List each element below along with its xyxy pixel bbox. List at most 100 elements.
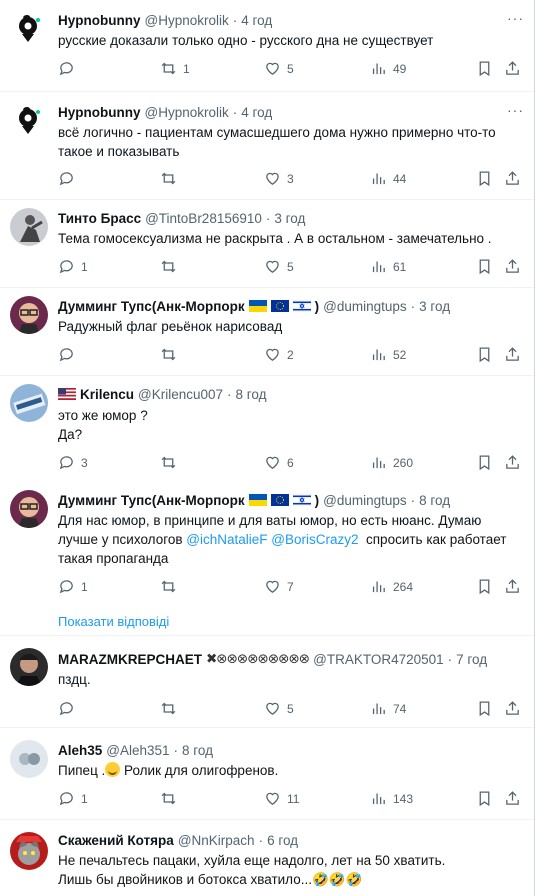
retweet-button[interactable]: 1 [160,60,190,77]
like-button[interactable]: 7 [264,578,294,595]
timestamp[interactable]: 4 год [241,105,272,120]
retweet-button[interactable] [160,700,183,717]
retweet-button[interactable] [160,170,183,187]
author-name[interactable]: Hypnobunny [58,105,141,120]
reply-icon [59,172,73,186]
avatar[interactable] [10,208,48,246]
author-name[interactable]: MARAZMKREPCHAET [58,652,202,667]
share-button[interactable] [504,454,521,471]
avatar[interactable] [10,648,48,686]
reply-button[interactable] [58,60,81,77]
author-handle[interactable]: @Aleh351 [106,743,169,758]
more-icon[interactable]: ··· [507,10,524,26]
avatar[interactable] [10,740,48,778]
tweet[interactable]: Думминг Тупс(Анк-Морпорк ) @dumingtups ·… [0,288,534,376]
retweet-button[interactable] [160,454,183,471]
bookmark-button[interactable] [476,454,493,471]
like-button[interactable]: 5 [264,60,294,77]
bookmark-button[interactable] [476,258,493,275]
views-button[interactable]: 44 [370,170,406,187]
tweet[interactable]: MARAZMKREPCHAET ✖⊗⊗⊗⊗⊗⊗⊗⊗⊗ @TRAKTOR47205… [0,636,534,728]
tweet[interactable]: Aleh35 @Aleh351 · 8 год Пипец . Ролик дл… [0,728,534,820]
like-button[interactable]: 6 [264,454,294,471]
author-name[interactable]: Тинто Брасс [58,211,141,226]
mention-link[interactable]: @ichNatalieF [186,532,267,547]
share-button[interactable] [504,578,521,595]
share-button[interactable] [504,790,521,807]
author-name[interactable]: Думминг Тупс(Анк-Морпорк [58,299,245,314]
like-button[interactable]: 3 [264,170,294,187]
author-handle[interactable]: @Hypnokrolik [145,13,229,28]
retweet-button[interactable] [160,258,183,275]
author-handle[interactable]: @TintoBr28156910 [145,211,262,226]
reply-button[interactable]: 1 [58,258,88,275]
timestamp[interactable]: 8 год [236,387,267,402]
tweet[interactable]: Krilencu @Krilencu007 · 8 год это же юмо… [0,376,534,484]
more-icon[interactable]: ··· [507,102,524,118]
avatar[interactable] [10,384,48,422]
timestamp[interactable]: 8 год [182,743,213,758]
share-button[interactable] [504,60,521,77]
timestamp[interactable]: 3 год [274,211,305,226]
reply-button[interactable] [58,346,81,363]
author-handle[interactable]: @dumingtups [323,299,407,314]
views-button[interactable]: 52 [370,346,406,363]
reply-button[interactable] [58,700,81,717]
tweet[interactable]: Hypnobunny @Hypnokrolik · 4 год ··· русс… [0,0,534,92]
author-handle[interactable]: @NnKirpach [178,833,255,848]
author-name[interactable]: Hypnobunny [58,13,141,28]
share-button[interactable] [504,170,521,187]
author-name[interactable]: Krilencu [80,387,134,402]
avatar[interactable] [10,832,48,870]
share-button[interactable] [504,346,521,363]
avatar[interactable] [10,296,48,334]
views-button[interactable]: 49 [370,60,406,77]
views-button[interactable]: 74 [370,700,406,717]
timestamp[interactable]: 8 год [419,493,450,508]
author-name[interactable]: Скажений Котяра [58,833,174,848]
retweet-button[interactable] [160,578,183,595]
reply-button[interactable]: 1 [58,790,88,807]
like-button[interactable]: 11 [264,790,299,807]
avatar[interactable] [10,10,48,48]
bookmark-button[interactable] [476,170,493,187]
tweet[interactable]: Скажений Котяра @NnKirpach · 6 год Не пе… [0,820,534,896]
views-button[interactable]: 61 [370,258,406,275]
bookmark-button[interactable] [476,346,493,363]
israel-flag-icon [292,300,311,312]
tweet[interactable]: Думминг Тупс(Анк-Морпорк ) @dumingtups ·… [0,484,534,636]
tweet[interactable]: Тинто Брасс @TintoBr28156910 · 3 год Тем… [0,200,534,288]
tweet[interactable]: Hypnobunny @Hypnokrolik · 4 год ··· всё … [0,92,534,200]
bookmark-button[interactable] [476,790,493,807]
share-button[interactable] [504,258,521,275]
bookmark-button[interactable] [476,700,493,717]
author-handle[interactable]: @TRAKTOR4720501 [313,652,444,667]
views-button[interactable]: 264 [370,578,413,595]
author-name[interactable]: Aleh35 [58,743,102,758]
share-button[interactable] [504,700,521,717]
like-button[interactable]: 2 [264,346,294,363]
author-handle[interactable]: @Hypnokrolik [145,105,229,120]
bookmark-button[interactable] [476,578,493,595]
like-button[interactable]: 5 [264,258,294,275]
show-replies-link[interactable]: Показати відповіді [58,614,169,629]
timestamp[interactable]: 4 год [241,13,272,28]
timestamp[interactable]: 7 год [456,652,487,667]
like-button[interactable]: 5 [264,700,294,717]
mention-link[interactable]: @BorisCrazy2 [271,532,358,547]
reply-button[interactable]: 3 [58,454,88,471]
author-name[interactable]: Думминг Тупс(Анк-Морпорк [58,493,245,508]
reply-button[interactable]: 1 [58,578,88,595]
bookmark-button[interactable] [476,60,493,77]
author-handle[interactable]: @dumingtups [323,493,407,508]
timestamp[interactable]: 6 год [267,833,298,848]
avatar[interactable] [10,490,48,528]
retweet-button[interactable] [160,790,183,807]
views-button[interactable]: 260 [370,454,413,471]
author-handle[interactable]: @Krilencu007 [138,387,223,402]
avatar[interactable] [10,102,48,140]
retweet-button[interactable] [160,346,183,363]
timestamp[interactable]: 3 год [419,299,450,314]
reply-button[interactable] [58,170,81,187]
views-button[interactable]: 143 [370,790,413,807]
